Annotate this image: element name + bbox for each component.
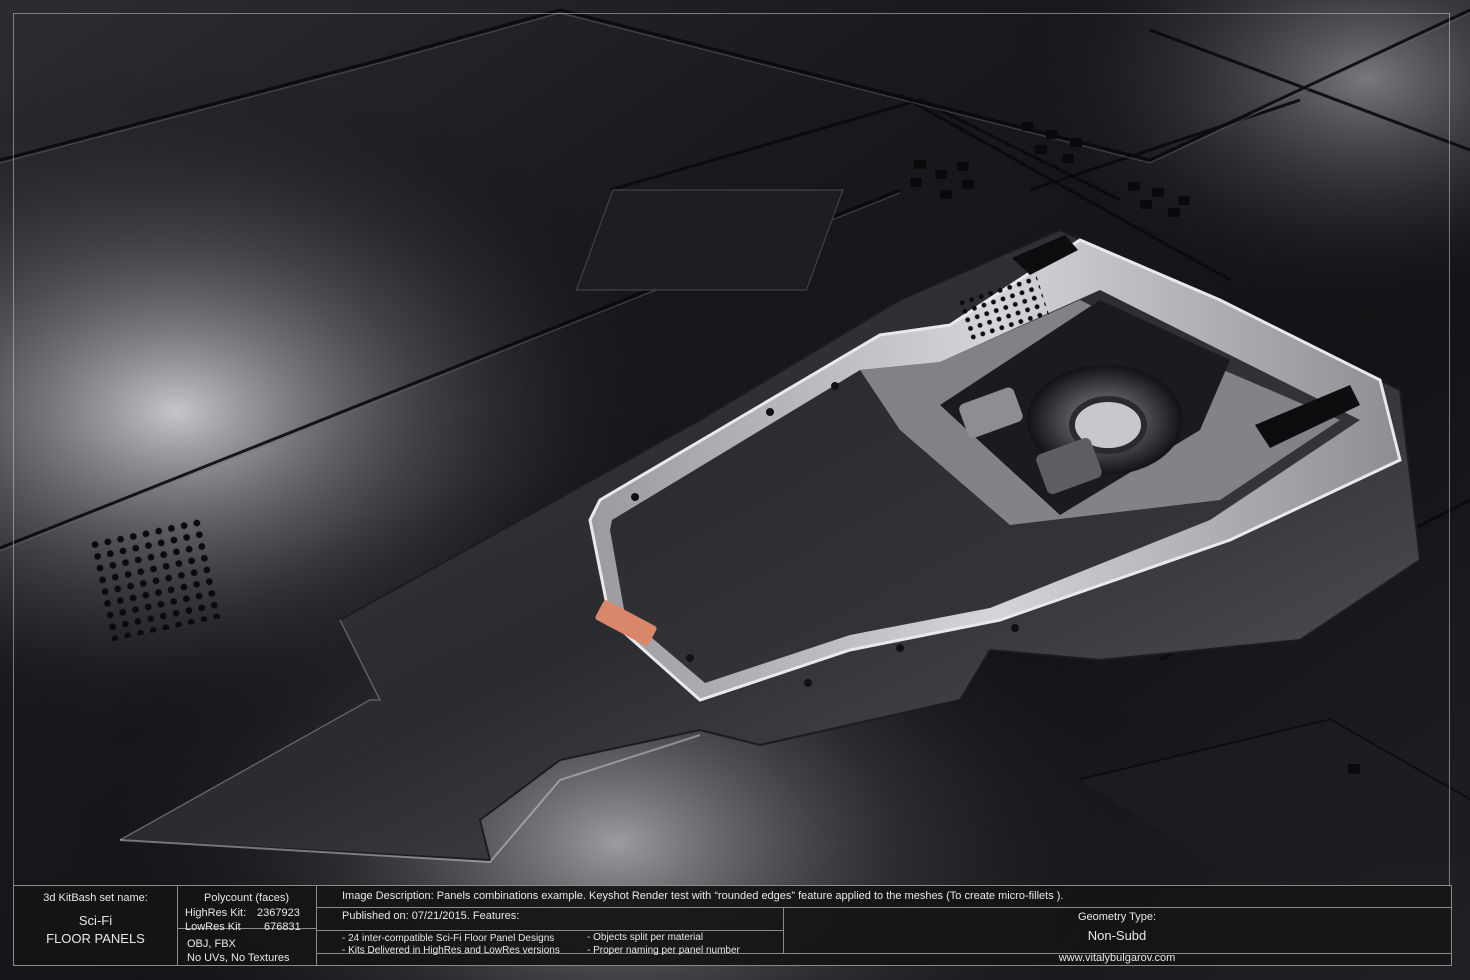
feature-3: - Objects split per material [587,932,704,943]
image-description: Image Description: Panels combinations e… [342,890,1064,902]
lowres-label: LowRes Kit [185,921,241,933]
highres-label: HighRes Kit: [185,907,247,919]
highres-value: 2367923 [257,907,300,919]
geometry-value: Non-Subd [1087,928,1147,943]
feature-4: - Proper naming per panel number [587,945,740,956]
lowres-value: 676831 [264,921,301,933]
published-date: Published on: 07/21/2015. Features: [342,910,520,922]
kitbash-set-label: 3d KitBash set name: [43,892,148,904]
website-link[interactable]: www.vitalybulgarov.com [783,952,1451,964]
feature-2: - Kits Delivered in HighRes and LowRes v… [342,945,560,956]
formats-line1: OBJ, FBX [187,938,236,950]
formats-line2: No UVs, No Textures [187,952,290,964]
floor-panels-render [0,0,1470,980]
info-panel: 3d KitBash set name: Sci-Fi FLOOR PANELS… [13,885,1452,966]
geometry-label: Geometry Type: [1077,911,1157,923]
polycount-label: Polycount (faces) [204,892,289,904]
feature-1: - 24 inter-compatible Sci-Fi Floor Panel… [342,933,555,944]
kitbash-name-line2: FLOOR PANELS [46,931,145,946]
kitbash-name-line1: Sci-Fi [78,913,113,928]
